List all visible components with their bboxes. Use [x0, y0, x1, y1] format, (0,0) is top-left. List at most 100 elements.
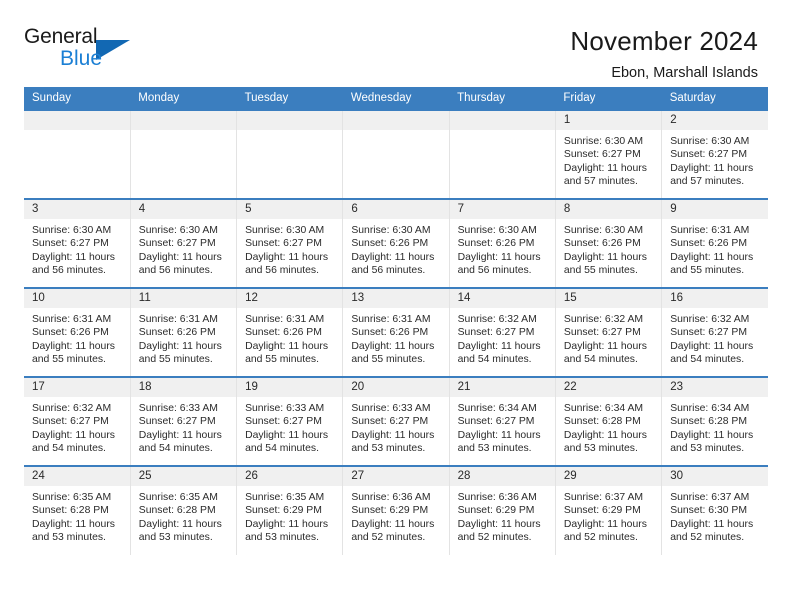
calendar-day-cell[interactable]: 30 Sunrise: 6:37 AM Sunset: 6:30 PM Dayligh…: [661, 465, 768, 555]
calendar-day-cell[interactable]: 20 Sunrise: 6:33 AM Sunset: 6:27 PM Dayligh…: [342, 376, 450, 466]
calendar-day-cell[interactable]: 23 Sunrise: 6:34 AM Sunset: 6:28 PM Dayligh…: [661, 376, 768, 466]
calendar-day-cell[interactable]: 25 Sunrise: 6:35 AM Sunset: 6:28 PM Dayligh…: [130, 465, 238, 555]
daylight-text: Daylight: 11 hours and 52 minutes.: [457, 518, 541, 544]
calendar-day-cell[interactable]: 14 Sunrise: 6:32 AM Sunset: 6:27 PM Dayligh…: [449, 287, 556, 377]
daylight-text: Daylight: 11 hours and 52 minutes.: [670, 518, 754, 544]
weekday-header-thursday: Thursday: [449, 87, 556, 110]
daylight-text: Daylight: 11 hours and 55 minutes.: [563, 251, 647, 277]
day-number: 6: [343, 200, 449, 219]
calendar-day-cell[interactable]: 29 Sunrise: 6:37 AM Sunset: 6:29 PM Dayligh…: [555, 465, 663, 555]
day-number: 12: [237, 289, 343, 308]
day-details: Sunrise: 6:36 AM Sunset: 6:29 PM Daylight:…: [343, 486, 448, 545]
daylight-text: Daylight: 11 hours and 55 minutes.: [670, 251, 754, 277]
day-number: 18: [130, 378, 237, 397]
sunrise-text: Sunrise: 6:37 AM: [563, 492, 644, 503]
sunrise-text: Sunrise: 6:30 AM: [457, 225, 537, 236]
daylight-text: Daylight: 11 hours and 56 minutes.: [32, 251, 115, 277]
day-details: Sunrise: 6:30 AM Sunset: 6:26 PM Daylight:…: [343, 219, 448, 278]
day-number: 10: [24, 289, 130, 308]
day-details: Sunrise: 6:31 AM Sunset: 6:26 PM Daylight:…: [24, 308, 130, 367]
day-number: 27: [343, 467, 449, 486]
calendar-day-cell[interactable]: 10 Sunrise: 6:31 AM Sunset: 6:26 PM Dayligh…: [24, 287, 131, 377]
weekday-header-friday: Friday: [555, 87, 662, 110]
day-details: Sunrise: 6:31 AM Sunset: 6:26 PM Daylight:…: [662, 219, 768, 278]
calendar-day-cell[interactable]: 24 Sunrise: 6:35 AM Sunset: 6:28 PM Dayligh…: [24, 465, 131, 555]
sunrise-text: Sunrise: 6:30 AM: [563, 136, 644, 147]
calendar-day-cell[interactable]: 15 Sunrise: 6:32 AM Sunset: 6:27 PM Dayligh…: [555, 287, 663, 377]
calendar-day-cell[interactable]: 9 Sunrise: 6:31 AM Sunset: 6:26 PM Daylight…: [661, 198, 768, 288]
sunrise-text: Sunrise: 6:30 AM: [670, 136, 750, 147]
calendar-week-row: 17 Sunrise: 6:32 AM Sunset: 6:27 PM Dayligh…: [24, 376, 768, 466]
sunrise-text: Sunrise: 6:34 AM: [563, 403, 644, 414]
sunset-text: Sunset: 6:26 PM: [670, 238, 748, 250]
sunset-text: Sunset: 6:27 PM: [670, 149, 748, 161]
calendar-day-cell[interactable]: 17 Sunrise: 6:32 AM Sunset: 6:27 PM Dayligh…: [24, 376, 131, 466]
sunset-text: Sunset: 6:28 PM: [670, 416, 748, 428]
calendar-day-cell[interactable]: 19 Sunrise: 6:33 AM Sunset: 6:27 PM Dayligh…: [236, 376, 344, 466]
calendar-day-cell[interactable]: 1 Sunrise: 6:30 AM Sunset: 6:27 PM Daylight…: [555, 109, 663, 199]
sunset-text: Sunset: 6:30 PM: [670, 505, 748, 517]
day-details: Sunrise: 6:31 AM Sunset: 6:26 PM Daylight:…: [343, 308, 448, 367]
calendar-day-cell[interactable]: 18 Sunrise: 6:33 AM Sunset: 6:27 PM Dayligh…: [130, 376, 238, 466]
sunrise-text: Sunrise: 6:34 AM: [670, 403, 750, 414]
sunset-text: Sunset: 6:26 PM: [138, 327, 216, 339]
day-details: Sunrise: 6:30 AM Sunset: 6:26 PM Daylight:…: [450, 219, 555, 278]
sunrise-text: Sunrise: 6:33 AM: [351, 403, 431, 414]
sunrise-text: Sunrise: 6:35 AM: [245, 492, 325, 503]
sunset-text: Sunset: 6:28 PM: [563, 416, 641, 428]
day-number: 16: [662, 289, 768, 308]
sunrise-text: Sunrise: 6:30 AM: [351, 225, 431, 236]
calendar-day-cell[interactable]: 27 Sunrise: 6:36 AM Sunset: 6:29 PM Dayligh…: [342, 465, 450, 555]
daylight-text: Daylight: 11 hours and 55 minutes.: [245, 340, 329, 366]
day-details: Sunrise: 6:34 AM Sunset: 6:28 PM Daylight:…: [556, 397, 661, 456]
calendar-day-cell-empty: [236, 109, 344, 199]
sunset-text: Sunset: 6:27 PM: [351, 416, 429, 428]
sunset-text: Sunset: 6:27 PM: [32, 238, 109, 250]
calendar-day-cell[interactable]: 3 Sunrise: 6:30 AM Sunset: 6:27 PM Daylight…: [24, 198, 131, 288]
sunset-text: Sunset: 6:27 PM: [32, 416, 109, 428]
sunset-text: Sunset: 6:29 PM: [351, 505, 429, 517]
day-number: 7: [449, 200, 555, 219]
daylight-text: Daylight: 11 hours and 53 minutes.: [245, 518, 329, 544]
calendar-day-cell[interactable]: 16 Sunrise: 6:32 AM Sunset: 6:27 PM Dayligh…: [661, 287, 768, 377]
sunrise-text: Sunrise: 6:37 AM: [670, 492, 750, 503]
calendar-table: Sunday Monday Tuesday Wednesday Thursday…: [24, 87, 768, 555]
day-details: Sunrise: 6:35 AM Sunset: 6:29 PM Daylight:…: [237, 486, 342, 545]
calendar-day-cell[interactable]: 28 Sunrise: 6:36 AM Sunset: 6:29 PM Dayligh…: [449, 465, 556, 555]
sunset-text: Sunset: 6:28 PM: [138, 505, 216, 517]
day-details: Sunrise: 6:37 AM Sunset: 6:29 PM Daylight:…: [556, 486, 661, 545]
calendar-day-cell[interactable]: 12 Sunrise: 6:31 AM Sunset: 6:26 PM Dayligh…: [236, 287, 344, 377]
day-number: 15: [555, 289, 662, 308]
calendar-day-cell[interactable]: 11 Sunrise: 6:31 AM Sunset: 6:26 PM Dayligh…: [130, 287, 238, 377]
calendar-day-cell[interactable]: 7 Sunrise: 6:30 AM Sunset: 6:26 PM Daylight…: [449, 198, 556, 288]
calendar-day-cell[interactable]: 22 Sunrise: 6:34 AM Sunset: 6:28 PM Dayligh…: [555, 376, 663, 466]
daylight-text: Daylight: 11 hours and 57 minutes.: [670, 162, 754, 188]
calendar-day-cell-empty: [24, 109, 131, 199]
calendar-week-row: 10 Sunrise: 6:31 AM Sunset: 6:26 PM Dayligh…: [24, 287, 768, 377]
calendar-day-cell[interactable]: 2 Sunrise: 6:30 AM Sunset: 6:27 PM Daylight…: [661, 109, 768, 199]
sunset-text: Sunset: 6:27 PM: [457, 327, 535, 339]
day-number: 21: [449, 378, 555, 397]
sunset-text: Sunset: 6:26 PM: [351, 327, 429, 339]
page-subtitle: Ebon, Marshall Islands: [611, 65, 758, 81]
day-number: 8: [555, 200, 662, 219]
sunset-text: Sunset: 6:27 PM: [138, 238, 216, 250]
page-header: General Blue November 2024 Ebon, Marshal…: [0, 0, 792, 82]
calendar-day-cell[interactable]: 13 Sunrise: 6:31 AM Sunset: 6:26 PM Dayligh…: [342, 287, 450, 377]
daylight-text: Daylight: 11 hours and 53 minutes.: [351, 429, 435, 455]
daylight-text: Daylight: 11 hours and 55 minutes.: [351, 340, 435, 366]
calendar-day-cell[interactable]: 8 Sunrise: 6:30 AM Sunset: 6:26 PM Daylight…: [555, 198, 663, 288]
calendar-day-cell[interactable]: 6 Sunrise: 6:30 AM Sunset: 6:26 PM Daylight…: [342, 198, 450, 288]
weekday-header-saturday: Saturday: [661, 87, 768, 110]
day-number: [130, 111, 237, 130]
sunrise-text: Sunrise: 6:35 AM: [32, 492, 112, 503]
sunset-text: Sunset: 6:26 PM: [32, 327, 109, 339]
sunrise-text: Sunrise: 6:31 AM: [245, 314, 325, 325]
calendar-day-cell[interactable]: 21 Sunrise: 6:34 AM Sunset: 6:27 PM Dayligh…: [449, 376, 556, 466]
calendar-day-cell[interactable]: 26 Sunrise: 6:35 AM Sunset: 6:29 PM Dayligh…: [236, 465, 344, 555]
general-blue-logo[interactable]: General Blue: [24, 26, 132, 74]
calendar-day-cell[interactable]: 4 Sunrise: 6:30 AM Sunset: 6:27 PM Daylight…: [130, 198, 238, 288]
day-number: 1: [555, 111, 662, 130]
daylight-text: Daylight: 11 hours and 54 minutes.: [138, 429, 222, 455]
calendar-day-cell[interactable]: 5 Sunrise: 6:30 AM Sunset: 6:27 PM Daylight…: [236, 198, 344, 288]
